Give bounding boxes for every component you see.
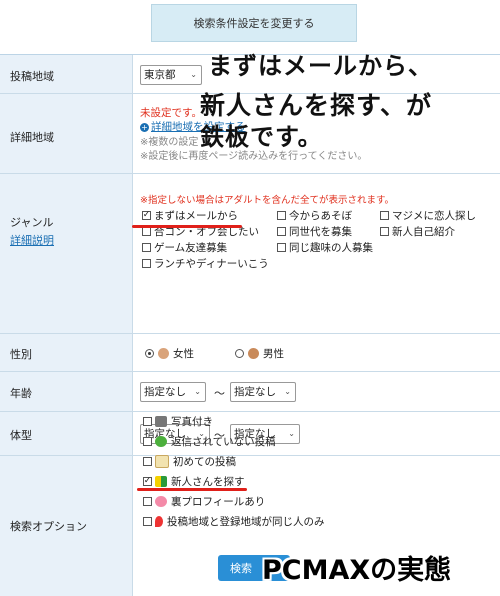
- checkbox-icon: [142, 227, 151, 236]
- checkbox-icon: [143, 517, 152, 526]
- genre-checkbox[interactable]: ✓ まずはメールから: [142, 208, 238, 223]
- caption-title: PCMAXの実態: [262, 555, 452, 586]
- row-label: 詳細地域: [0, 94, 133, 173]
- option-label: 返信されていない投稿: [171, 436, 276, 448]
- genre-checkbox[interactable]: 新人自己紹介: [380, 224, 455, 239]
- detail-label: 詳細地域: [10, 131, 54, 144]
- row-label: 投稿地域: [0, 55, 133, 93]
- note-multiple: ※複数の設定: [140, 137, 199, 148]
- area-select[interactable]: 東京都 ⌄: [140, 65, 202, 85]
- genre-item-label: まずはメールから: [154, 210, 238, 222]
- checkbox-icon: [380, 211, 389, 220]
- sex-radio-male[interactable]: 男性: [235, 346, 284, 361]
- row-genre: ジャンル 詳細説明 ※指定しない場合はアダルトを含んだ全てが表示されます。 ✓ ま…: [0, 174, 500, 334]
- beginner-mark-icon: [155, 476, 167, 487]
- checkbox-icon: [142, 259, 151, 268]
- checkbox-icon: [277, 227, 286, 236]
- memo-icon: [155, 455, 169, 468]
- checkbox-icon: [380, 227, 389, 236]
- genre-item-label: 同じ趣味の人募集: [289, 242, 373, 254]
- camera-icon: [155, 416, 167, 427]
- age-from-select[interactable]: 指定なし ⌄: [140, 382, 206, 402]
- radio-selected-icon: [145, 349, 154, 358]
- checkbox-icon: [143, 457, 152, 466]
- row-content: 指定なし ⌄ ～ 指定なし ⌄: [140, 372, 500, 411]
- area-label: 投稿地域: [10, 70, 54, 83]
- row-label: 体型: [0, 412, 133, 455]
- option-checkbox[interactable]: 返信されていない投稿: [143, 434, 276, 449]
- area-select-value: 東京都: [144, 69, 176, 81]
- male-avatar-icon: [248, 348, 259, 359]
- pin-icon: [155, 516, 163, 527]
- row-age: 年齢 指定なし ⌄ ～ 指定なし ⌄: [0, 372, 500, 412]
- radio-icon: [235, 349, 244, 358]
- row-content: 女性 男性: [140, 334, 500, 371]
- options-list: 写真付き 返信されていない投稿 初めての投稿 ✓ 新人さんを探す 裏プロフィールあ…: [143, 414, 493, 534]
- row-label: 年齢: [0, 372, 133, 411]
- age-to-select[interactable]: 指定なし ⌄: [230, 382, 296, 402]
- row-label: ジャンル 詳細説明: [0, 174, 133, 333]
- option-checkbox[interactable]: ✓ 新人さんを探す: [143, 474, 245, 489]
- option-checkbox[interactable]: 投稿地域と登録地域が同じ人のみ: [143, 514, 325, 529]
- age-from-value: 指定なし: [144, 386, 186, 398]
- male-label: 男性: [263, 348, 284, 360]
- genre-item-label: 新人自己紹介: [392, 226, 455, 238]
- checkbox-icon: [277, 211, 286, 220]
- sex-label: 性別: [10, 348, 32, 361]
- genre-warning: ※指定しない場合はアダルトを含んだ全てが表示されます。: [140, 195, 395, 206]
- option-label: 新人さんを探す: [171, 476, 245, 488]
- plus-circle-icon: +: [140, 123, 149, 132]
- row-content: ※指定しない場合はアダルトを含んだ全てが表示されます。 ✓ まずはメールから 今か…: [140, 174, 500, 333]
- checkbox-checked-icon: ✓: [143, 476, 152, 486]
- option-label: 初めての投稿: [173, 456, 236, 468]
- checkbox-icon: [143, 417, 152, 426]
- genre-item-label: 同世代を募集: [289, 226, 352, 238]
- highlight-underline: [132, 225, 242, 228]
- clover-icon: [155, 436, 167, 447]
- option-label: 投稿地域と登録地域が同じ人のみ: [167, 516, 325, 528]
- highlight-underline: [137, 488, 247, 491]
- genre-checkbox[interactable]: 今からあそぼ: [277, 208, 352, 223]
- genre-help-link[interactable]: 詳細説明: [10, 232, 54, 248]
- female-label: 女性: [173, 348, 194, 360]
- genre-item-label: ゲーム友達募集: [154, 242, 228, 254]
- genre-item-label: マジメに恋人探し: [392, 210, 476, 222]
- option-label: 写真付き: [171, 416, 213, 428]
- genre-checkbox[interactable]: 同世代を募集: [277, 224, 352, 239]
- unset-text: 未設定です。: [140, 107, 202, 119]
- checkbox-icon: [277, 243, 286, 252]
- chevron-down-icon: ⌄: [284, 387, 291, 396]
- genre-item-label: 今からあそぼ: [289, 210, 352, 222]
- row-label: 検索オプション: [0, 456, 133, 596]
- sex-radio-female[interactable]: 女性: [145, 346, 194, 361]
- genre-label: ジャンル: [10, 216, 54, 229]
- heart-icon: [155, 496, 167, 507]
- checkbox-icon: [143, 497, 152, 506]
- overlay-line-3: 鉄板です。: [200, 123, 323, 151]
- female-avatar-icon: [158, 348, 169, 359]
- option-checkbox[interactable]: 初めての投稿: [143, 454, 236, 469]
- genre-checkbox[interactable]: マジメに恋人探し: [380, 208, 476, 223]
- chevron-down-icon: ⌄: [194, 387, 201, 396]
- checkbox-checked-icon: ✓: [142, 210, 151, 220]
- row-label: 性別: [0, 334, 133, 371]
- range-separator: ～: [214, 387, 225, 400]
- options-label: 検索オプション: [10, 520, 87, 533]
- genre-checkbox[interactable]: ランチやディナーいこう: [142, 256, 269, 271]
- age-label: 年齢: [10, 387, 32, 400]
- genre-checkbox[interactable]: 同じ趣味の人募集: [277, 240, 373, 255]
- checkbox-icon: [142, 243, 151, 252]
- option-checkbox[interactable]: 写真付き: [143, 414, 213, 429]
- row-sex: 性別 女性 男性: [0, 334, 500, 372]
- age-to-value: 指定なし: [234, 386, 276, 398]
- body-label: 体型: [10, 429, 32, 442]
- genre-item-label: ランチやディナーいこう: [154, 258, 269, 270]
- option-label: 裏プロフィールあり: [171, 496, 266, 508]
- option-checkbox[interactable]: 裏プロフィールあり: [143, 494, 265, 509]
- overlay-line-1: まずはメールから、: [208, 52, 433, 80]
- genre-checkbox[interactable]: ゲーム友達募集: [142, 240, 227, 255]
- change-search-conditions-button[interactable]: 検索条件設定を変更する: [151, 4, 357, 42]
- chevron-down-icon: ⌄: [190, 70, 197, 79]
- checkbox-icon: [143, 437, 152, 446]
